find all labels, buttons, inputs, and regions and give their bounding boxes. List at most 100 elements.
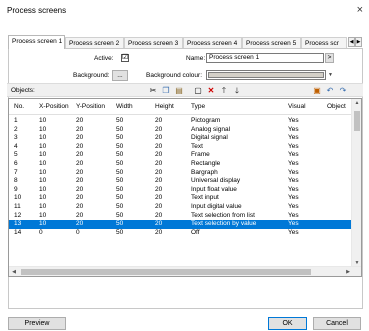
table-row[interactable]: 12 10 20 50 20 Text selection from list Yes xyxy=(9,212,352,221)
cell-x-position: 10 xyxy=(39,202,47,210)
scroll-right-icon[interactable]: ▶ xyxy=(343,269,353,275)
cell-y-position: 20 xyxy=(76,142,84,150)
cell-no: 4 xyxy=(14,142,18,150)
table-row[interactable]: 8 10 20 50 20 Universal display Yes xyxy=(9,177,352,186)
table-row[interactable]: 11 10 20 50 20 Input digital value Yes xyxy=(9,203,352,212)
move-down-icon[interactable]: 🡓 xyxy=(232,86,242,96)
cell-height: 20 xyxy=(155,168,163,176)
tab-process-screen-1[interactable]: Process screen 1 xyxy=(8,35,65,49)
cell-height: 20 xyxy=(155,177,163,185)
table-row[interactable]: 5 10 20 50 20 Frame Yes xyxy=(9,151,352,160)
cell-no: 14 xyxy=(14,228,22,236)
cell-no: 11 xyxy=(14,202,21,210)
cell-no: 13 xyxy=(14,220,22,228)
cell-y-position: 20 xyxy=(76,134,84,142)
cell-height: 20 xyxy=(155,220,163,228)
cell-width: 50 xyxy=(116,220,124,228)
table-body: 1 10 20 50 20 Pictogram Yes 2 10 20 50 20 Analog sig… xyxy=(9,117,352,237)
cell-height: 20 xyxy=(155,142,163,150)
table-row[interactable]: 13 10 20 50 20 Text selection by value Yes xyxy=(9,220,352,229)
scroll-left-icon[interactable]: ◀ xyxy=(9,269,19,275)
chevron-down-icon[interactable]: ▼ xyxy=(327,70,334,80)
undo-icon[interactable]: ↶ xyxy=(325,86,335,96)
redo-icon[interactable]: ↷ xyxy=(338,86,348,96)
cell-type: Text input xyxy=(191,194,219,202)
preview-button[interactable]: Preview xyxy=(8,317,66,330)
move-up-icon[interactable]: 🡑 xyxy=(219,86,229,96)
cancel-button[interactable]: Cancel xyxy=(313,317,361,330)
objects-table[interactable]: No. X-Position Y-Position Width Height T… xyxy=(8,98,362,277)
cell-height: 20 xyxy=(155,211,163,219)
column-header-width[interactable]: Width xyxy=(116,103,133,110)
properties-icon[interactable]: ▣ xyxy=(312,86,322,96)
copy-icon[interactable]: ❐ xyxy=(161,86,171,96)
column-header-height[interactable]: Height xyxy=(155,103,174,110)
cell-width: 50 xyxy=(116,142,124,150)
cell-y-position: 20 xyxy=(76,211,84,219)
vertical-scrollbar[interactable]: ▲ ▼ xyxy=(351,99,361,267)
name-input[interactable]: Process screen 1 xyxy=(206,53,324,63)
column-header-visual[interactable]: Visual xyxy=(288,103,306,110)
objects-toolbar: Objects: ✂ ❐ ▤ ▢ ✕ 🡑 🡓 ▣ ↶ ↷ xyxy=(7,83,363,97)
tab-scroll-left-icon[interactable]: ◀ xyxy=(348,37,355,47)
table-row[interactable]: 2 10 20 50 20 Analog signal Yes xyxy=(9,126,352,135)
active-checkbox[interactable]: ☑ xyxy=(121,54,129,62)
cell-height: 20 xyxy=(155,194,163,202)
column-header-x-position[interactable]: X-Position xyxy=(39,103,69,110)
cell-height: 20 xyxy=(155,202,163,210)
tab-scroll-right-icon[interactable]: ▶ xyxy=(355,37,362,47)
cell-height: 20 xyxy=(155,134,163,142)
table-row[interactable]: 6 10 20 50 20 Rectangle Yes xyxy=(9,160,352,169)
cell-height: 20 xyxy=(155,117,163,124)
cell-visual: Yes xyxy=(288,159,299,167)
table-row[interactable]: 9 10 20 50 20 Input float value Yes xyxy=(9,186,352,195)
cell-type: Digital signal xyxy=(191,134,228,142)
cell-x-position: 10 xyxy=(39,177,47,185)
cell-width: 50 xyxy=(116,134,124,142)
new-icon[interactable]: ▢ xyxy=(193,86,203,96)
delete-icon[interactable]: ✕ xyxy=(206,86,216,96)
table-row[interactable]: 7 10 20 50 20 Bargraph Yes xyxy=(9,169,352,178)
cell-y-position: 20 xyxy=(76,202,84,210)
cell-x-position: 10 xyxy=(39,168,47,176)
active-label: Active: xyxy=(94,55,114,62)
table-row[interactable]: 1 10 20 50 20 Pictogram Yes xyxy=(9,117,352,126)
cell-height: 20 xyxy=(155,125,163,133)
background-colour-picker[interactable] xyxy=(206,70,326,80)
cell-x-position: 10 xyxy=(39,142,47,150)
cell-width: 50 xyxy=(116,125,124,133)
column-header-type[interactable]: Type xyxy=(191,103,205,110)
scroll-up-icon[interactable]: ▲ xyxy=(352,100,361,106)
table-row[interactable]: 14 0 0 50 20 Off Yes xyxy=(9,229,352,238)
cell-y-position: 20 xyxy=(76,220,84,228)
cell-type: Off xyxy=(191,228,200,236)
cell-type: Text selection by value xyxy=(191,220,257,228)
cell-y-position: 20 xyxy=(76,151,84,159)
column-header-y-position[interactable]: Y-Position xyxy=(76,103,105,110)
background-browse-button[interactable]: ... xyxy=(112,70,128,81)
horizontal-scroll-thumb[interactable] xyxy=(21,269,311,275)
cell-x-position: 0 xyxy=(39,228,43,236)
cut-icon[interactable]: ✂ xyxy=(148,86,158,96)
cell-no: 12 xyxy=(14,211,22,219)
table-row[interactable]: 3 10 20 50 20 Digital signal Yes xyxy=(9,134,352,143)
vertical-scroll-thumb[interactable] xyxy=(354,111,360,131)
cell-x-position: 10 xyxy=(39,220,47,228)
column-header-no[interactable]: No. xyxy=(14,103,24,110)
cell-width: 50 xyxy=(116,177,124,185)
cell-y-position: 20 xyxy=(76,117,84,124)
table-row[interactable]: 10 10 20 50 20 Text input Yes xyxy=(9,194,352,203)
cell-no: 3 xyxy=(14,134,18,142)
column-header-object[interactable]: Object xyxy=(327,103,346,110)
table-row[interactable]: 4 10 20 50 20 Text Yes xyxy=(9,143,352,152)
cell-visual: Yes xyxy=(288,168,299,176)
close-icon[interactable]: × xyxy=(357,4,363,16)
cell-no: 8 xyxy=(14,177,18,185)
horizontal-scrollbar[interactable]: ◀ ▶ xyxy=(9,266,361,276)
paste-icon[interactable]: ▤ xyxy=(174,86,184,96)
ok-button[interactable]: OK xyxy=(268,317,307,330)
cell-type: Pictogram xyxy=(191,117,221,124)
cell-x-position: 10 xyxy=(39,211,47,219)
name-expand-button[interactable]: > xyxy=(325,53,334,63)
background-colour-label: Background colour: xyxy=(146,72,203,79)
